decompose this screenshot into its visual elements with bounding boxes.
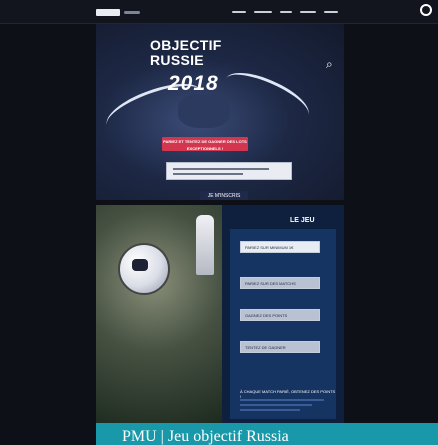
- hero-title-line: OBJECTIF: [150, 37, 222, 53]
- players-image: [178, 94, 230, 128]
- game-field[interactable]: TENTEZ DE GAGNER: [240, 341, 320, 353]
- camera-icon[interactable]: ⌕: [326, 57, 333, 72]
- nav-item[interactable]: [254, 11, 272, 13]
- logo-subtitle: [124, 11, 140, 14]
- promo-banner: PARIEZ ET TENTEZ DE GAGNER DES LOTS EXCE…: [162, 137, 248, 151]
- nav-item[interactable]: [280, 11, 292, 13]
- site-logo[interactable]: [96, 9, 120, 16]
- right-margin: [344, 24, 438, 423]
- signup-button[interactable]: JE M'INSCRIS: [200, 191, 248, 200]
- game-info-bars: [240, 399, 326, 414]
- game-panel: PARIEZ SUR MINIMUM 1€ PARIEZ SUR DES MAT…: [230, 229, 336, 419]
- game-section: LE JEU PARIEZ SUR MINIMUM 1€ PARIEZ SUR …: [96, 205, 344, 423]
- game-note: À CHAQUE MATCH PARIÉ, OBTENEZ DES POINTS…: [240, 389, 336, 399]
- footer-banner: PMU | Jeu objectif Russia: [96, 423, 438, 445]
- hero-title: OBJECTIF RUSSIE: [150, 38, 222, 68]
- ball-mark: [132, 259, 148, 271]
- hero-title-line: RUSSIE: [150, 52, 204, 68]
- info-bar: [240, 404, 312, 406]
- game-field[interactable]: PARIEZ SUR MINIMUM 1€: [240, 241, 320, 253]
- nav-item[interactable]: [324, 11, 338, 13]
- hero-section: OBJECTIF RUSSIE 2018 ⌕ PARIEZ ET TENTEZ …: [96, 24, 344, 200]
- nav-item[interactable]: [300, 11, 316, 13]
- game-field[interactable]: GAGNEZ DES POINTS: [240, 309, 320, 321]
- nav-links: [232, 11, 338, 13]
- form-line: [173, 168, 269, 170]
- form-line: [173, 173, 243, 175]
- info-bar: [240, 399, 324, 401]
- account-icon[interactable]: [420, 4, 432, 16]
- hero-year: 2018: [168, 72, 219, 95]
- signup-form[interactable]: [166, 162, 292, 180]
- game-field[interactable]: PARIEZ SUR DES MATCHS: [240, 277, 320, 289]
- footer-banner-text: PMU | Jeu objectif Russia: [122, 428, 289, 445]
- nav-item[interactable]: [232, 11, 246, 13]
- trophy-icon: [196, 215, 214, 275]
- left-margin: [0, 24, 96, 445]
- game-title: LE JEU: [290, 217, 315, 224]
- info-bar: [240, 409, 300, 411]
- landing-page: OBJECTIF RUSSIE 2018 ⌕ PARIEZ ET TENTEZ …: [0, 0, 438, 445]
- top-navigation-bar: [0, 0, 438, 24]
